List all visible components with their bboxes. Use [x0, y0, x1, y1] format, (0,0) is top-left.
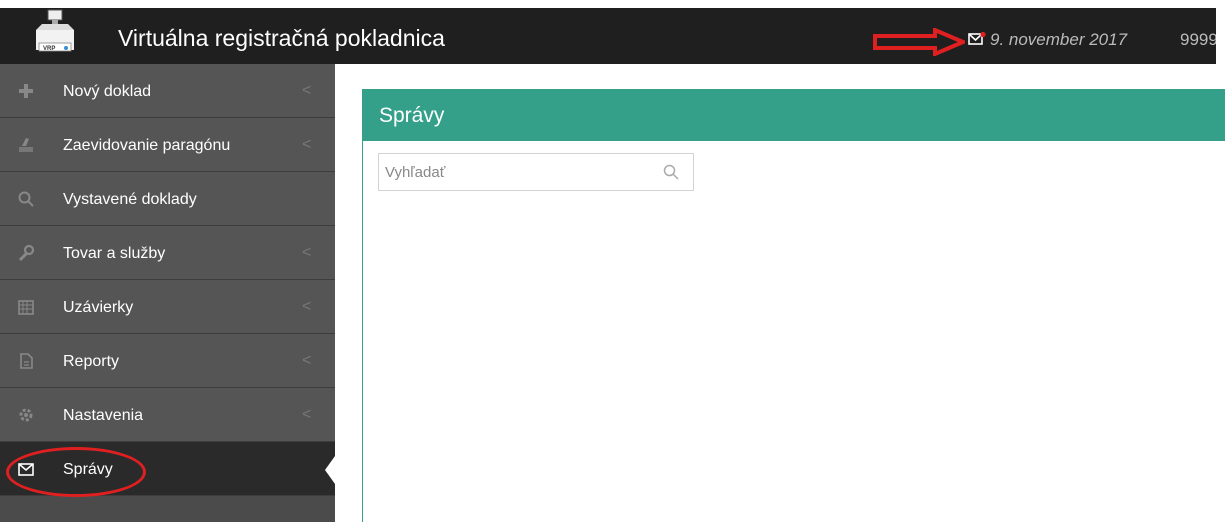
chevron-left-icon: <: [302, 352, 312, 369]
chevron-left-icon: <: [302, 82, 312, 99]
sidebar-item-novy-doklad[interactable]: Nový doklad <: [0, 64, 335, 118]
wrench-icon: [18, 244, 35, 262]
sidebar-item-label: Tovar a služby: [63, 245, 166, 262]
cash-register-logo-icon[interactable]: VRP: [30, 8, 80, 58]
search-icon: [18, 191, 34, 207]
sidebar-item-label: Vystavené doklady: [63, 191, 197, 208]
sidebar-item-uzavierky[interactable]: Uzávierky <: [0, 280, 335, 334]
panel-title: Správy: [363, 89, 1225, 141]
receipt-icon: [19, 138, 33, 152]
envelope-icon[interactable]: [968, 32, 986, 46]
sidebar-item-label: Reporty: [63, 353, 120, 370]
sidebar-item-label: Uzávierky: [63, 299, 134, 316]
calendar-icon: [18, 300, 34, 315]
active-indicator: [325, 456, 335, 484]
messages-panel: Správy: [362, 89, 1225, 522]
top-bar: VRP Virtuálna registračná pokladnica 9. …: [0, 8, 1216, 64]
app-title: Virtuálna registračná pokladnica: [118, 25, 445, 51]
document-icon: [20, 353, 33, 369]
gear-icon: [19, 408, 33, 422]
sidebar-item-label: Nastavenia: [63, 407, 144, 424]
sidebar-item-zaevidovanie-paragonu[interactable]: Zaevidovanie paragónu <: [0, 118, 335, 172]
chevron-left-icon: <: [302, 406, 312, 423]
current-date: 9. november 2017: [990, 30, 1128, 49]
sidebar-item-tovar-a-sluzby[interactable]: Tovar a služby <: [0, 226, 335, 280]
sidebar-item-vystavene-doklady[interactable]: Vystavené doklady: [0, 172, 335, 226]
search-input[interactable]: [379, 154, 657, 190]
red-circle-annotation: [6, 447, 146, 497]
sidebar-item-label: Nový doklad: [63, 83, 152, 100]
search-icon[interactable]: [663, 164, 679, 180]
search-box: [378, 153, 694, 191]
chevron-left-icon: <: [302, 244, 312, 261]
sidebar-item-reporty[interactable]: Reporty <: [0, 334, 335, 388]
red-arrow-annotation-icon: [873, 28, 965, 56]
chevron-left-icon: <: [302, 298, 312, 315]
user-id[interactable]: 9999: [1180, 30, 1216, 50]
sidebar-item-label: Zaevidovanie paragónu: [63, 137, 231, 154]
chevron-left-icon: <: [302, 136, 312, 153]
sidebar-item-nastavenia[interactable]: Nastavenia <: [0, 388, 335, 442]
logo-text: VRP: [43, 46, 55, 52]
plus-icon: [19, 84, 33, 98]
